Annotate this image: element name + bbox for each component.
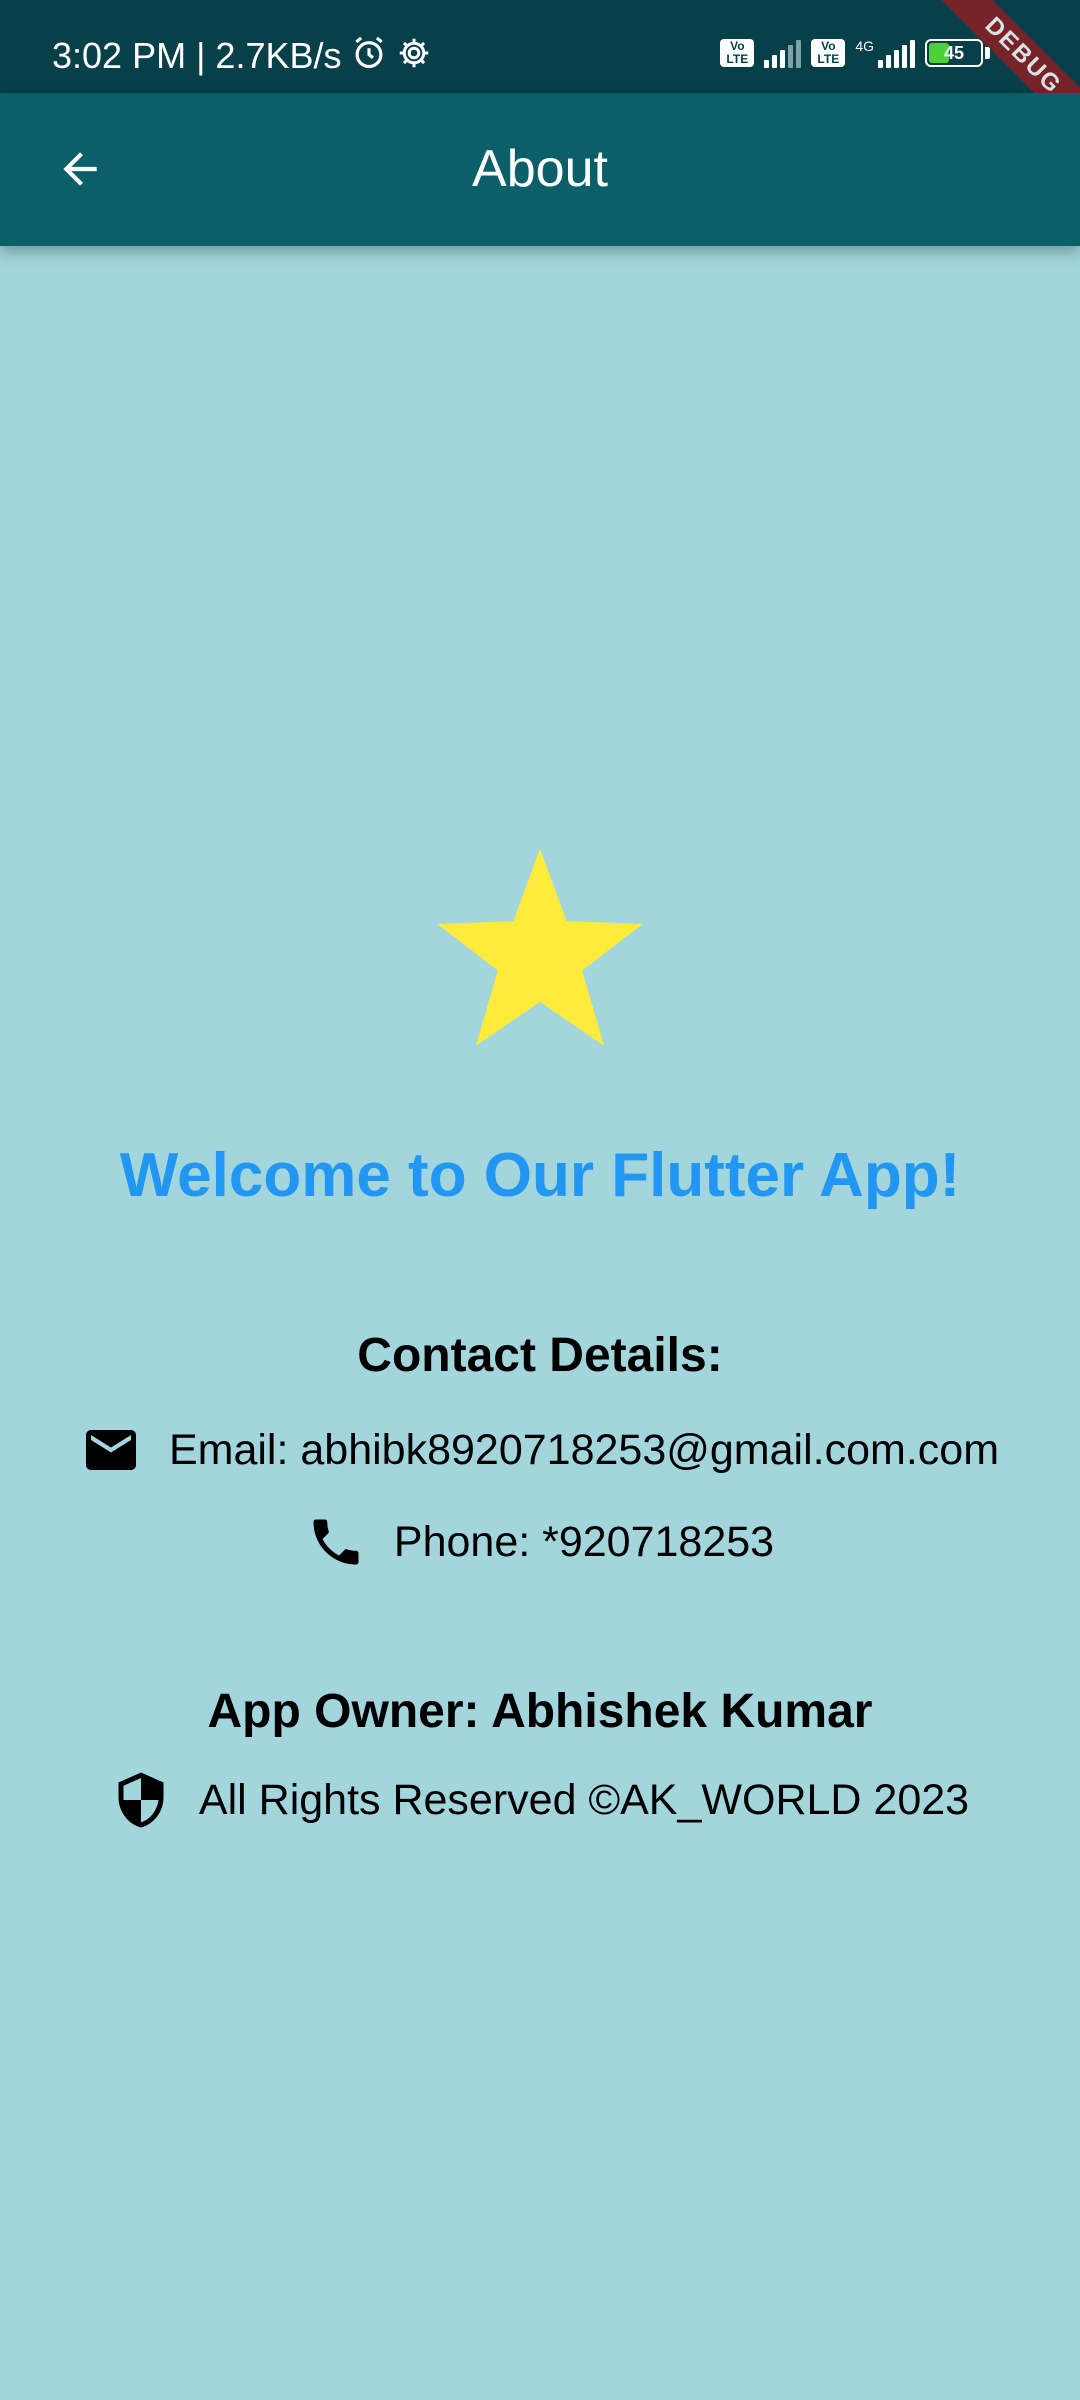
phone-row: Phone: *920718253 <box>0 1512 1080 1572</box>
app-bar: About <box>0 93 1080 246</box>
app-owner-label: App Owner: Abhishek Kumar <box>207 1685 873 1738</box>
volte-icon: Vo LTE <box>720 39 755 67</box>
status-right: Vo LTE Vo LTE 4G 45 <box>720 38 990 68</box>
rights-text: All Rights Reserved ©AK_WORLD 2023 <box>198 1775 970 1824</box>
shield-icon <box>111 1770 171 1830</box>
contact-details-heading: Contact Details: <box>357 1329 723 1382</box>
network-type-label: 4G <box>855 38 874 54</box>
settings-gear-icon <box>396 35 432 77</box>
email-row: Email: abhibk8920718253@gmail.com.com <box>0 1420 1080 1480</box>
signal-strength-icon-2 <box>878 38 915 68</box>
battery-icon: 45 <box>925 39 983 67</box>
email-text: Email: abhibk8920718253@gmail.com.com <box>168 1425 1000 1474</box>
alarm-icon <box>350 34 388 78</box>
phone-icon <box>306 1512 366 1572</box>
star-icon <box>437 848 643 1046</box>
signal-strength-icon <box>764 38 802 68</box>
battery-cap <box>985 47 990 59</box>
rights-row: All Rights Reserved ©AK_WORLD 2023 <box>0 1770 1080 1830</box>
volte-icon-2: Vo LTE <box>811 39 846 67</box>
status-bar: 3:02 PM | 2.7KB/s Vo LTE Vo LTE 4G 45 <box>0 0 1080 93</box>
battery-level: 45 <box>943 43 965 63</box>
status-time-speed: 3:02 PM | 2.7KB/s <box>52 35 342 76</box>
page-title: About <box>472 140 608 198</box>
welcome-heading: Welcome to Our Flutter App! <box>119 1141 961 1210</box>
status-left: 3:02 PM | 2.7KB/s <box>52 34 432 78</box>
email-icon <box>81 1420 141 1480</box>
phone-text: Phone: *920718253 <box>393 1517 775 1566</box>
